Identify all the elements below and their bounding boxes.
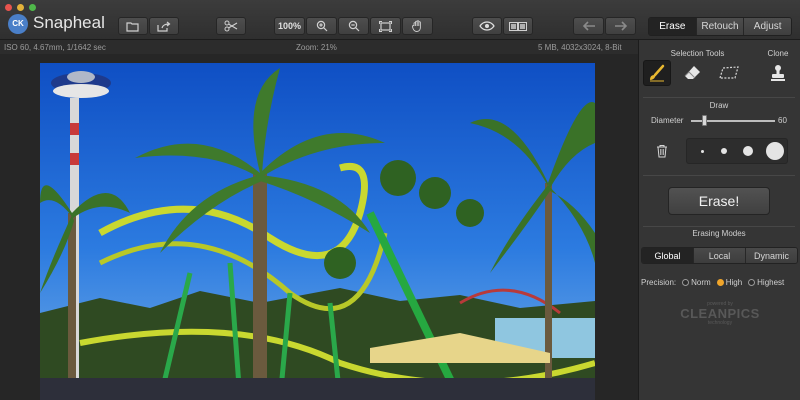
- radio-circle-selected: [716, 278, 724, 286]
- eraser-icon: [684, 66, 700, 79]
- brush-size-large[interactable]: [766, 142, 784, 160]
- brush-size-tiny[interactable]: [701, 150, 704, 153]
- image-canvas[interactable]: [0, 54, 638, 400]
- zoom-actual-button[interactable]: 100%: [274, 17, 305, 35]
- radio-circle: [748, 278, 756, 286]
- tab-erase[interactable]: Erase: [649, 18, 696, 35]
- lasso-tool-button[interactable]: [715, 60, 743, 86]
- erasing-mode-global[interactable]: Global: [642, 248, 693, 263]
- precision-high-radio[interactable]: High: [716, 277, 743, 287]
- brush-tool-button[interactable]: [643, 60, 671, 86]
- precision-norm-label: Norm: [691, 277, 711, 287]
- precision-norm-radio[interactable]: Norm: [682, 278, 711, 287]
- title-toolbar: CK Snapheal 100% Erase Retouch Adjust: [0, 0, 800, 40]
- clone-title: Clone: [767, 49, 789, 58]
- cleanpics-logo: powered by CLEANPICS technology: [680, 301, 760, 326]
- diameter-slider-handle[interactable]: [702, 115, 707, 126]
- eraser-tool-button[interactable]: [679, 60, 707, 86]
- brush-icon: [650, 64, 665, 82]
- zoom-value: 100%: [277, 21, 302, 31]
- share-button[interactable]: [149, 17, 179, 35]
- panel-divider: [643, 175, 795, 176]
- erase-button[interactable]: Erase!: [668, 187, 770, 215]
- exif-info: ISO 60, 4.67mm, 1/1642 sec: [4, 43, 106, 52]
- zoom-in-icon: [316, 20, 327, 32]
- trash-icon: [657, 145, 667, 158]
- compare-split-icon: [509, 21, 527, 31]
- crop-scissors-icon: [224, 20, 238, 32]
- radio-circle: [682, 278, 690, 286]
- brush-size-small[interactable]: [721, 148, 727, 154]
- erasing-modes-title: Erasing Modes: [692, 229, 746, 238]
- undo-arrow-icon: [582, 21, 595, 31]
- compare-split-button[interactable]: [503, 17, 533, 35]
- app-name: Snapheal: [33, 13, 105, 32]
- brand-name: CLEANPICS: [680, 306, 760, 321]
- hand-pan-icon: [412, 20, 421, 32]
- precision-label: Precision:: [641, 277, 677, 287]
- preview-original-button[interactable]: [472, 17, 502, 35]
- panel-divider: [643, 97, 795, 98]
- hand-pan-button[interactable]: [402, 17, 433, 35]
- precision-highest-label: Highest: [757, 277, 785, 287]
- selection-tools-title: Selection Tools: [670, 49, 725, 58]
- fit-screen-button[interactable]: [370, 17, 401, 35]
- open-file-button[interactable]: [118, 17, 148, 35]
- redo-button[interactable]: [605, 17, 636, 35]
- precision-high-label: High: [725, 277, 743, 287]
- diameter-value: 60: [778, 116, 787, 125]
- file-info: 5 MB, 4032x3024, 8-Bit: [538, 43, 622, 52]
- undo-button[interactable]: [573, 17, 604, 35]
- tab-adjust[interactable]: Adjust: [743, 18, 791, 35]
- eye-preview-icon: [479, 21, 495, 31]
- brush-size-medium[interactable]: [743, 146, 753, 156]
- fit-screen-icon: [379, 20, 392, 32]
- draw-title: Draw: [709, 101, 729, 110]
- open-file-icon: [126, 21, 139, 32]
- panel-divider: [643, 226, 795, 227]
- app-logo: CK: [8, 14, 28, 34]
- stamp-icon: [771, 65, 785, 81]
- clear-selection-button[interactable]: [650, 138, 674, 164]
- tools-panel: [638, 40, 800, 400]
- redo-arrow-icon: [614, 21, 627, 31]
- zoom-out-icon: [348, 20, 359, 32]
- brush-size-presets: [686, 138, 788, 164]
- zoom-window-button[interactable]: [29, 4, 36, 11]
- precision-row: Precision: Norm High Highest: [641, 276, 784, 288]
- tab-retouch[interactable]: Retouch: [695, 18, 744, 35]
- zoom-status: Zoom: 21%: [296, 43, 337, 52]
- zoom-out-button[interactable]: [338, 17, 369, 35]
- precision-highest-radio[interactable]: Highest: [748, 278, 784, 287]
- photo[interactable]: [40, 63, 595, 400]
- minimize-window-button[interactable]: [17, 4, 24, 11]
- image-info-bar: ISO 60, 4.67mm, 1/1642 sec Zoom: 21% 5 M…: [0, 40, 638, 54]
- crop-button[interactable]: [216, 17, 246, 35]
- erasing-mode-local[interactable]: Local: [693, 248, 745, 263]
- theme-park-photo: [40, 63, 595, 400]
- close-window-button[interactable]: [5, 4, 12, 11]
- mode-tabs: Erase Retouch Adjust: [648, 17, 792, 36]
- erasing-mode-tabs: Global Local Dynamic: [641, 247, 798, 264]
- share-icon: [157, 21, 171, 32]
- zoom-in-button[interactable]: [306, 17, 337, 35]
- lasso-icon: [719, 66, 739, 79]
- diameter-label: Diameter: [651, 116, 684, 125]
- erasing-mode-dynamic[interactable]: Dynamic: [745, 248, 797, 263]
- clone-stamp-button[interactable]: [764, 60, 792, 86]
